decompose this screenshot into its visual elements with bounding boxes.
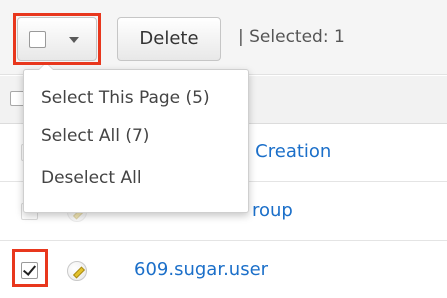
record-name-link[interactable]: roup xyxy=(252,200,293,221)
menu-item-deselect-all[interactable]: Deselect All xyxy=(41,168,142,188)
list-view-screenshot: Delete | Selected: 1 se Creation roup 60… xyxy=(0,0,447,298)
delete-button[interactable]: Delete xyxy=(117,17,221,61)
record-name-link[interactable]: 609.sugar.user xyxy=(134,259,268,280)
select-dropdown-menu: Select This Page (5) Select All (7) Dese… xyxy=(23,62,249,213)
menu-item-select-all[interactable]: Select All (7) xyxy=(41,126,149,146)
row-checkbox[interactable] xyxy=(21,262,38,279)
menu-item-select-this-page[interactable]: Select This Page (5) xyxy=(41,88,210,108)
pencil-edit-icon[interactable] xyxy=(67,261,87,281)
table-row: 609.sugar.user xyxy=(0,242,447,298)
mass-action-toolbar: Delete | Selected: 1 xyxy=(0,0,447,75)
select-checkbox[interactable] xyxy=(29,31,46,48)
chevron-down-icon xyxy=(69,37,79,43)
select-dropdown-button[interactable] xyxy=(17,17,97,61)
selected-count: | Selected: 1 xyxy=(238,27,345,47)
